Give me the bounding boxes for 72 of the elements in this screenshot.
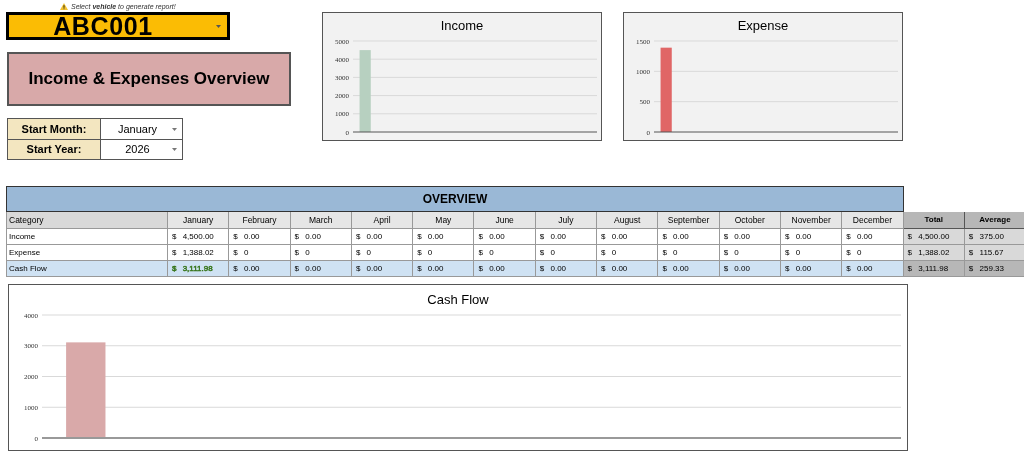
vehicle-dropdown[interactable]: ABC001 <box>6 12 230 40</box>
table-cell: $ 0 <box>597 245 659 261</box>
table-cell: $ 0 <box>780 245 843 261</box>
column-header: August <box>597 212 659 229</box>
table-cell: $ 4,500.00 <box>903 229 965 245</box>
table-cell: $ 0.00 <box>597 261 659 277</box>
column-header: January <box>168 212 230 229</box>
column-header: May <box>413 212 475 229</box>
caret-icon <box>172 148 177 151</box>
column-header: December <box>842 212 904 229</box>
table-cell: $ 0.00 <box>351 261 414 277</box>
column-header: Total <box>903 212 965 229</box>
table-cell: $ 1,388.02 <box>168 245 230 261</box>
table-cell: $ 375.00 <box>964 229 1024 245</box>
table-cell: $ 4,500.00 <box>168 229 230 245</box>
table-cell: $ 1,388.02 <box>903 245 965 261</box>
table-cell: $ 0 <box>719 245 781 261</box>
column-header: September <box>658 212 720 229</box>
table-cell: $ 0.00 <box>474 261 536 277</box>
table-cell: $ 0.00 <box>535 261 598 277</box>
table-cell: $ 0 <box>535 245 598 261</box>
caret-icon <box>216 24 221 28</box>
column-header: February <box>229 212 291 229</box>
table-cell: $ 0.00 <box>290 261 352 277</box>
warning-icon <box>60 2 68 10</box>
chart-title: Expense <box>736 17 790 33</box>
table-cell: $ 3,111.98 <box>903 261 965 277</box>
table-cell: $ 0.00 <box>229 229 291 245</box>
table-cell: Income <box>6 229 168 245</box>
table-cell: $ 0.00 <box>658 261 720 277</box>
table-cell: $ 0.00 <box>535 229 598 245</box>
table-cell: $ 259.33 <box>964 261 1024 277</box>
table-cell: $ 0.00 <box>780 261 843 277</box>
table-cell: $ 0.00 <box>413 229 475 245</box>
column-header: June <box>474 212 536 229</box>
table-cell: $ 0 <box>351 245 414 261</box>
table-cell: $ 0 <box>474 245 536 261</box>
table-cell: $ 0.00 <box>474 229 536 245</box>
caret-icon <box>172 127 177 131</box>
table-cell: $ 0 <box>229 245 291 261</box>
table-cell: $ 0.00 <box>229 261 291 277</box>
table-cell: $ 0.00 <box>413 261 475 277</box>
table-cell: $ 0 <box>842 245 904 261</box>
chart-title: Cash Flow <box>426 291 490 307</box>
table-cell: $ 0.00 <box>719 229 781 245</box>
column-header: November <box>780 212 843 229</box>
table-cell: $ 0.00 <box>719 261 781 277</box>
column-header: March <box>290 212 352 229</box>
column-header: Average <box>964 212 1024 229</box>
overview-header: OVERVIEW <box>6 186 904 212</box>
field-label: Start Year: <box>8 140 101 159</box>
table-cell: $ 0 <box>658 245 720 261</box>
field-label: Start Month: <box>8 119 101 139</box>
table-cell: $ 0.00 <box>597 229 659 245</box>
table-cell: $ 0.00 <box>842 229 904 245</box>
table-cell: $ 115.67 <box>964 245 1024 261</box>
table-cell: Expense <box>6 245 168 261</box>
column-header: July <box>535 212 598 229</box>
chart-title: Income <box>439 17 485 33</box>
report-title: Income & Expenses Overview <box>7 52 291 106</box>
table-cell: $ 0 <box>413 245 475 261</box>
table-cell: $ 0 <box>290 245 352 261</box>
table-cell: $ 3,111.98 <box>168 261 230 277</box>
table-cell: Cash Flow <box>6 261 168 277</box>
table-cell: $ 0.00 <box>658 229 720 245</box>
column-header: April <box>351 212 414 229</box>
column-header: October <box>719 212 781 229</box>
table-cell: $ 0.00 <box>842 261 904 277</box>
column-header: Category <box>6 212 168 229</box>
table-cell: $ 0.00 <box>351 229 414 245</box>
table-cell: $ 0.00 <box>290 229 352 245</box>
table-cell: $ 0.00 <box>780 229 843 245</box>
